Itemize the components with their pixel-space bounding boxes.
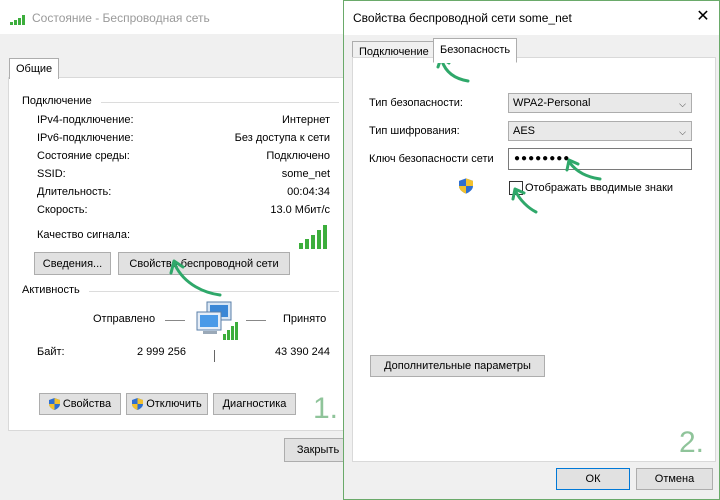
diagnostics-button[interactable]: Диагностика	[213, 393, 296, 415]
security-type-value: WPA2-Personal	[513, 97, 591, 109]
shield-icon	[459, 178, 473, 194]
chevron-down-icon: ⌵	[679, 99, 686, 109]
security-type-label: Тип безопасности:	[369, 97, 463, 109]
ok-button[interactable]: ОК	[556, 468, 630, 490]
dialog-titlebar: Свойства беспроводной сети some_net ✕	[344, 1, 719, 35]
ipv4-label: IPv4-подключение:	[37, 114, 134, 126]
network-computers-icon	[193, 300, 241, 344]
duration-label: Длительность:	[37, 186, 112, 198]
details-button-label: Сведения...	[42, 257, 103, 270]
ipv6-value: Без доступа к сети	[234, 132, 330, 144]
cancel-button[interactable]: Отмена	[636, 468, 713, 490]
shield-icon	[132, 398, 144, 410]
activity-group-label: Активность	[22, 284, 80, 296]
cancel-button-label: Отмена	[654, 473, 695, 485]
close-button-label: Закрыть	[296, 444, 340, 456]
security-panel: Тип безопасности: WPA2-Personal ⌵ Тип ши…	[352, 57, 716, 462]
bytes-received-value: 43 390 244	[274, 346, 330, 358]
bytes-label: Байт:	[37, 346, 65, 358]
close-icon[interactable]: ✕	[692, 6, 714, 28]
signal-bars-icon	[299, 223, 329, 249]
security-key-label: Ключ безопасности сети	[369, 153, 494, 165]
close-button[interactable]: Закрыть	[284, 438, 352, 462]
details-button[interactable]: Сведения...	[34, 252, 111, 275]
status-window-titlebar: Состояние - Беспроводная сеть	[0, 0, 352, 34]
wifi-signal-icon	[10, 13, 28, 25]
tab-general-label: Общие	[16, 63, 53, 75]
ssid-label: SSID:	[37, 168, 66, 180]
media-state-label: Состояние среды:	[37, 150, 130, 162]
properties-button-label: Свойства	[62, 398, 112, 410]
connection-group-label: Подключение	[22, 95, 92, 107]
wireless-properties-dialog: Свойства беспроводной сети some_net ✕ По…	[343, 0, 720, 500]
encryption-type-value: AES	[513, 125, 536, 137]
step-number-1: 1.	[313, 392, 339, 425]
advanced-settings-button[interactable]: Дополнительные параметры	[370, 355, 545, 377]
tab-general[interactable]: Общие	[9, 58, 60, 79]
status-window-title: Состояние - Беспроводная сеть	[32, 11, 210, 25]
encryption-type-label: Тип шифрования:	[369, 125, 460, 137]
bytes-divider	[214, 350, 215, 362]
chevron-down-icon: ⌵	[679, 127, 686, 137]
media-state-value: Подключено	[266, 150, 330, 162]
tab-security-label: Безопасность	[440, 44, 511, 56]
step-number-2: 2.	[679, 426, 705, 459]
encryption-type-select[interactable]: AES ⌵	[508, 121, 692, 141]
ipv6-label: IPv6-подключение:	[37, 132, 134, 144]
disconnect-button[interactable]: Отключить	[126, 393, 208, 415]
shield-icon	[48, 398, 60, 410]
sent-label: Отправлено	[93, 313, 156, 325]
advanced-settings-button-label: Дополнительные параметры	[384, 360, 531, 372]
sent-line	[165, 320, 185, 321]
ipv4-value: Интернет	[282, 114, 330, 126]
arrow-annotation-checkbox	[511, 187, 538, 214]
speed-value: 13.0 Мбит/с	[270, 204, 330, 216]
disconnect-button-label: Отключить	[146, 398, 202, 410]
bytes-sent-value: 2 999 256	[137, 346, 186, 358]
ssid-value: some_net	[281, 168, 330, 180]
security-key-value: ●●●●●●●●	[514, 153, 571, 164]
diagnostics-button-label: Диагностика	[222, 398, 287, 410]
received-line	[246, 320, 266, 321]
signal-quality-label: Качество сигнала:	[37, 229, 131, 241]
dialog-title: Свойства беспроводной сети some_net	[353, 11, 572, 25]
status-window: Состояние - Беспроводная сеть Общие Подк…	[0, 0, 352, 500]
received-label: Принято	[283, 313, 327, 325]
duration-value: 00:04:34	[287, 186, 330, 198]
arrow-annotation-key	[565, 158, 602, 181]
speed-label: Скорость:	[37, 204, 88, 216]
tab-security[interactable]: Безопасность	[433, 38, 518, 63]
connection-group-line	[101, 102, 339, 103]
arrow-annotation-1	[169, 259, 222, 297]
properties-button[interactable]: Свойства	[39, 393, 121, 415]
status-panel: Подключение IPv4-подключение: Интернет I…	[8, 77, 345, 431]
security-type-select[interactable]: WPA2-Personal ⌵	[508, 93, 692, 113]
ok-button-label: ОК	[585, 473, 601, 485]
